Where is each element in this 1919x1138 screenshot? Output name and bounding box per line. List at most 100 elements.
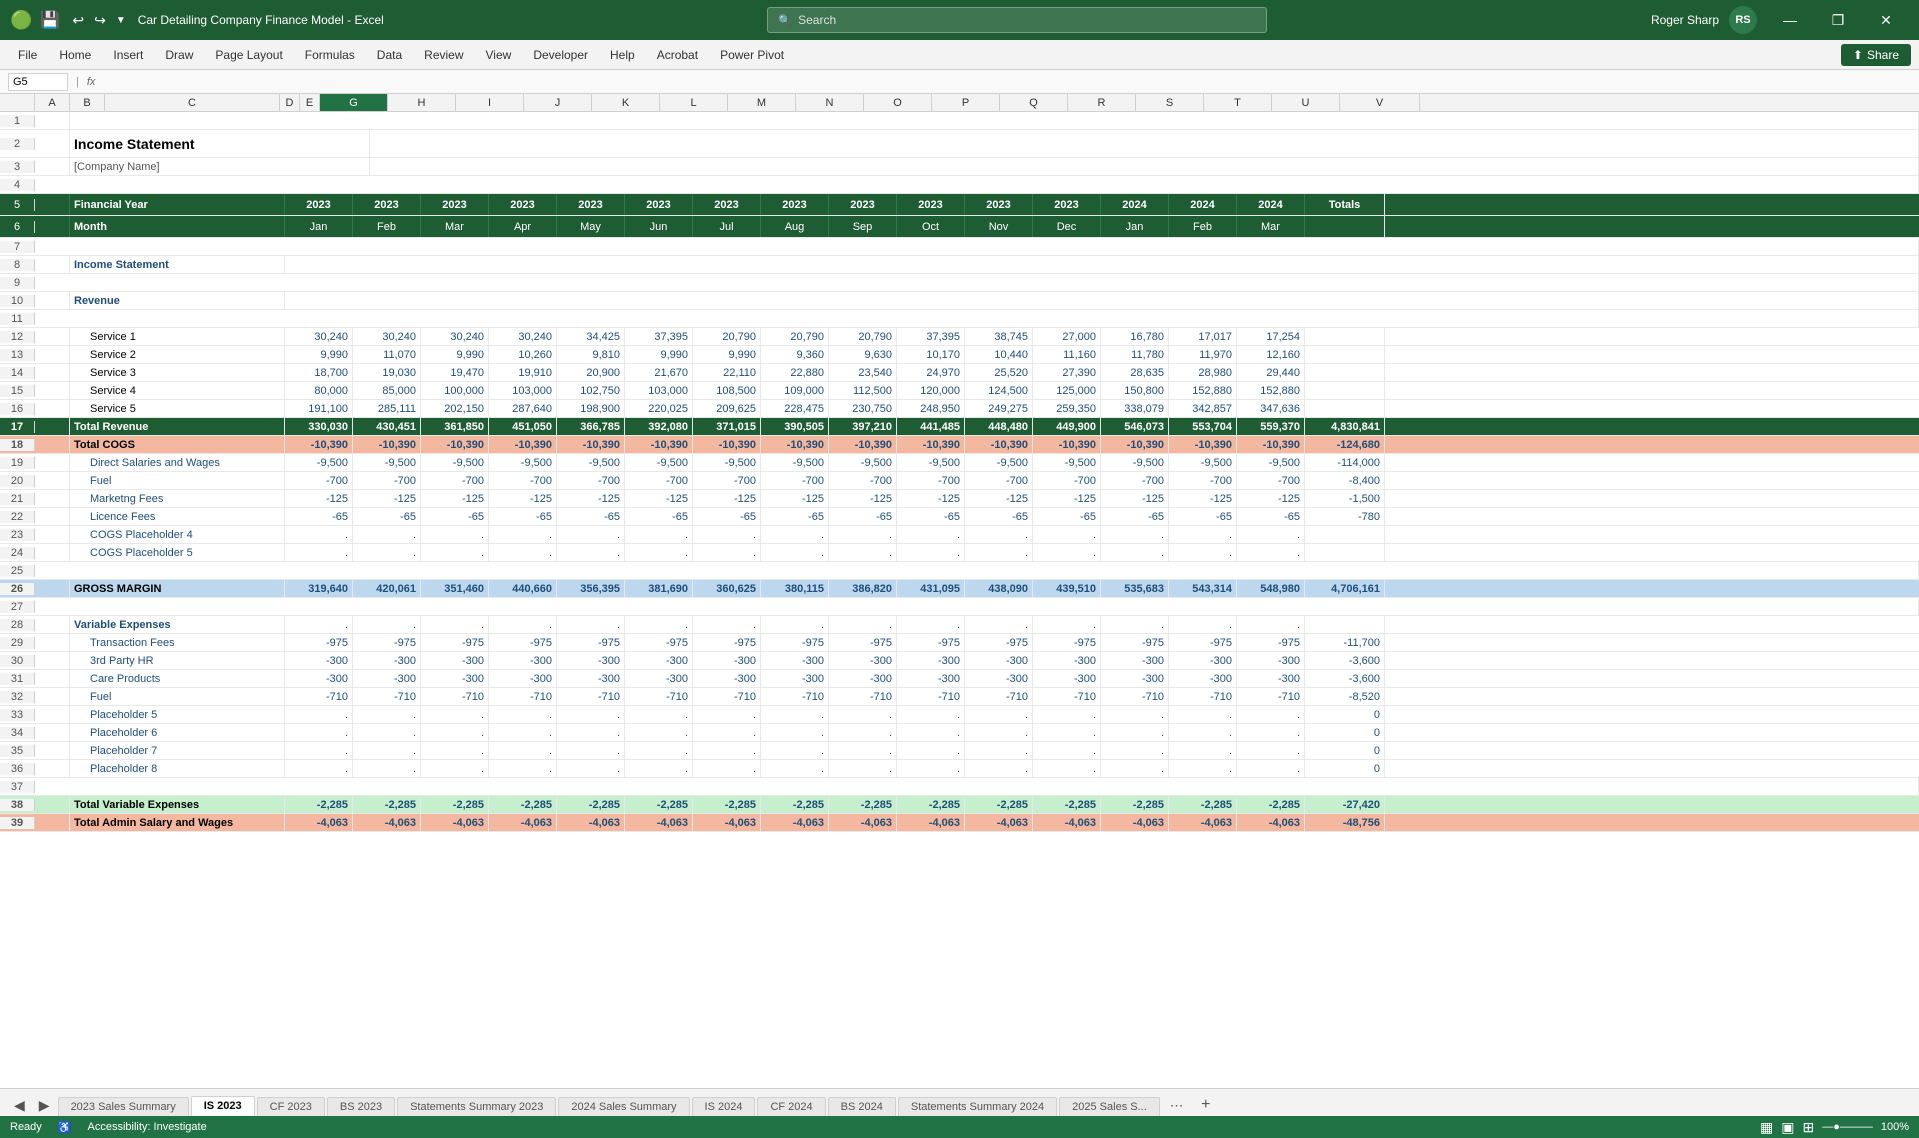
col-totals[interactable]: V (1340, 94, 1420, 111)
total-row-13[interactable] (1305, 346, 1385, 363)
tab-2023-sales-summary[interactable]: 2023 Sales Summary (58, 1097, 189, 1116)
col-r[interactable]: R (1068, 94, 1136, 111)
col-j[interactable]: J (524, 94, 592, 111)
view-page-layout[interactable]: ▣ (1781, 1119, 1794, 1136)
restore-button[interactable]: ❐ (1815, 0, 1861, 40)
menu-view[interactable]: View (476, 44, 522, 66)
save-button[interactable]: 💾 (40, 10, 60, 30)
total-row-23[interactable] (1305, 526, 1385, 543)
col-e[interactable]: E (300, 94, 320, 111)
view-normal[interactable]: ▦ (1760, 1119, 1773, 1136)
total-row-28[interactable] (1305, 616, 1385, 633)
tab-scroll-left[interactable]: ◀ (8, 1095, 31, 1116)
menu-acrobat[interactable]: Acrobat (647, 44, 708, 66)
total-row-16[interactable] (1305, 400, 1385, 417)
menu-page-layout[interactable]: Page Layout (205, 44, 292, 66)
share-button[interactable]: ⬆ Share (1841, 44, 1911, 66)
total-row-32[interactable]: -8,520 (1305, 688, 1385, 705)
dropdown-button[interactable]: ▼ (112, 10, 130, 31)
col-u[interactable]: U (1272, 94, 1340, 111)
total-row-36[interactable]: 0 (1305, 760, 1385, 777)
company-name: [Company Name] (70, 158, 370, 175)
col-b[interactable]: B (70, 94, 105, 111)
col-t[interactable]: T (1204, 94, 1272, 111)
col-c[interactable]: C (105, 94, 280, 111)
tab-statements-summary-2023[interactable]: Statements Summary 2023 (397, 1097, 556, 1116)
total-row-39[interactable]: -48,756 (1305, 814, 1385, 831)
total-row-38[interactable]: -27,420 (1305, 796, 1385, 813)
col-g[interactable]: G (320, 94, 388, 111)
total-row-17[interactable]: 4,830,841 (1305, 418, 1385, 435)
add-sheet-button[interactable]: + (1193, 1094, 1218, 1116)
total-row-15[interactable] (1305, 382, 1385, 399)
col-a[interactable]: A (35, 94, 70, 111)
menu-review[interactable]: Review (414, 44, 473, 66)
total-row-24[interactable] (1305, 544, 1385, 561)
cell-1a[interactable] (35, 112, 70, 129)
menu-insert[interactable]: Insert (103, 44, 153, 66)
col-p[interactable]: P (932, 94, 1000, 111)
menu-file[interactable]: File (8, 44, 47, 66)
close-button[interactable]: ✕ (1863, 0, 1909, 40)
col-q[interactable]: Q (1000, 94, 1068, 111)
menu-home[interactable]: Home (49, 44, 101, 66)
total-row-18[interactable]: -124,680 (1305, 436, 1385, 453)
tab-statements-summary-2024[interactable]: Statements Summary 2024 (898, 1097, 1057, 1116)
row-num-6: 6 (0, 221, 35, 233)
col-k[interactable]: K (592, 94, 660, 111)
menu-data[interactable]: Data (367, 44, 412, 66)
menu-help[interactable]: Help (600, 44, 645, 66)
menu-draw[interactable]: Draw (155, 44, 203, 66)
cell-reference[interactable]: G5 (8, 73, 68, 91)
tab-scroll-right[interactable]: ▶ (33, 1095, 56, 1116)
col-h[interactable]: H (388, 94, 456, 111)
row-num-38: 38 (0, 799, 35, 811)
col-n[interactable]: N (796, 94, 864, 111)
tab-2025-sales[interactable]: 2025 Sales S... (1059, 1097, 1160, 1116)
total-row-26[interactable]: 4,706,161 (1305, 580, 1385, 597)
view-page-break[interactable]: ⊞ (1802, 1119, 1814, 1136)
total-row-21[interactable]: -1,500 (1305, 490, 1385, 507)
redo-button[interactable]: ↪ (90, 10, 110, 31)
label-row-22: Licence Fees (70, 508, 285, 525)
col-i[interactable]: I (456, 94, 524, 111)
col-m[interactable]: M (728, 94, 796, 111)
total-row-31[interactable]: -3,600 (1305, 670, 1385, 687)
tab-is-2023[interactable]: IS 2023 (191, 1096, 255, 1116)
col-s[interactable]: S (1136, 94, 1204, 111)
minimize-button[interactable]: — (1767, 0, 1813, 40)
zoom-slider[interactable]: —●——— (1822, 1121, 1873, 1133)
total-row-19[interactable]: -114,000 (1305, 454, 1385, 471)
tab-2024-sales-summary[interactable]: 2024 Sales Summary (558, 1097, 689, 1116)
col-d[interactable]: D (280, 94, 300, 111)
total-row-22[interactable]: -780 (1305, 508, 1385, 525)
total-row-30[interactable]: -3,600 (1305, 652, 1385, 669)
search-box[interactable]: 🔍 (767, 7, 1267, 33)
menu-formulas[interactable]: Formulas (295, 44, 365, 66)
col-l[interactable]: L (660, 94, 728, 111)
tab-cf-2024[interactable]: CF 2024 (757, 1097, 825, 1116)
row-23: 23COGS Placeholder 4............... (0, 526, 1919, 544)
total-row-35[interactable]: 0 (1305, 742, 1385, 759)
row-22: 22Licence Fees-65-65-65-65-65-65-65-65-6… (0, 508, 1919, 526)
total-row-33[interactable]: 0 (1305, 706, 1385, 723)
label-row-24: COGS Placeholder 5 (70, 544, 285, 561)
tab-bs-2023[interactable]: BS 2023 (327, 1097, 395, 1116)
tab-is-2024[interactable]: IS 2024 (692, 1097, 756, 1116)
menu-developer[interactable]: Developer (523, 44, 598, 66)
total-row-20[interactable]: -8,400 (1305, 472, 1385, 489)
tab-bs-2024[interactable]: BS 2024 (828, 1097, 896, 1116)
row-39: 39Total Admin Salary and Wages-4,063-4,0… (0, 814, 1919, 832)
formula-input[interactable] (103, 76, 1911, 88)
col-o[interactable]: O (864, 94, 932, 111)
search-input[interactable] (798, 13, 1256, 27)
menu-power-pivot[interactable]: Power Pivot (710, 44, 794, 66)
total-row-34[interactable]: 0 (1305, 724, 1385, 741)
total-row-29[interactable]: -11,700 (1305, 634, 1385, 651)
undo-button[interactable]: ↩ (68, 10, 88, 31)
total-row-12[interactable] (1305, 328, 1385, 345)
tab-cf-2023[interactable]: CF 2023 (257, 1097, 325, 1116)
total-row-14[interactable] (1305, 364, 1385, 381)
tab-more[interactable]: ⋯ (1162, 1096, 1191, 1116)
title-bar: 🟢 💾 ↩ ↪ ▼ Car Detailing Company Finance … (0, 0, 1919, 40)
